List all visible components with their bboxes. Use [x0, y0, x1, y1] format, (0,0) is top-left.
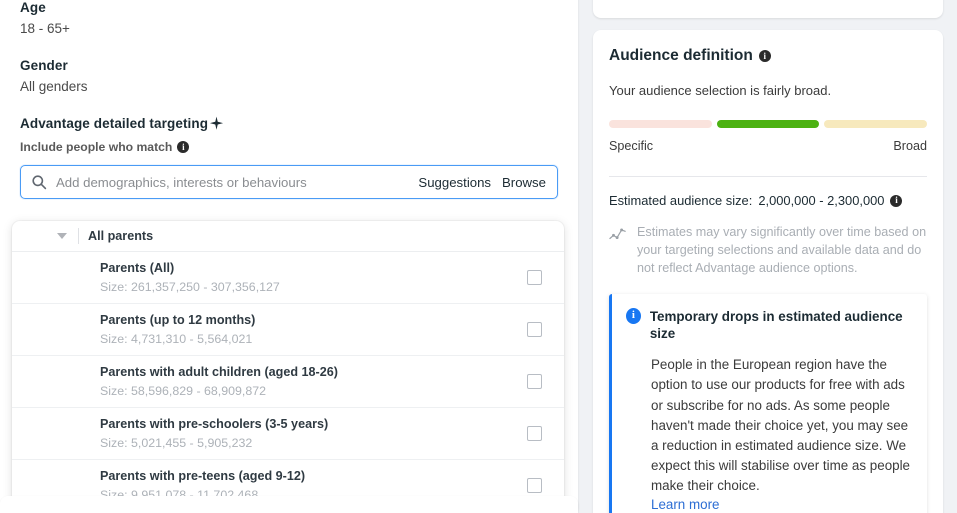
dropdown-group-label: All parents [88, 229, 154, 243]
group-divider [78, 228, 79, 244]
meter-label-specific: Specific [609, 139, 654, 153]
age-value[interactable]: 18 - 65+ [20, 21, 558, 36]
age-label: Age [20, 0, 46, 15]
search-input[interactable] [56, 174, 419, 190]
screen: Age 18 - 65+ Gender All genders Advantag… [0, 0, 957, 513]
estimate-disclaimer: Estimates may vary significantly over ti… [609, 224, 927, 278]
card-below-targeting [0, 496, 578, 513]
list-item-checkbox[interactable] [527, 374, 542, 389]
notice-body: People in the European region have the o… [651, 357, 911, 493]
estimate-label: Estimated audience size: [609, 193, 753, 208]
meter-segment-balanced [716, 120, 820, 128]
gender-value[interactable]: All genders [20, 79, 558, 94]
card-above-right-panel [593, 0, 943, 18]
audience-definition-title: Audience definition [609, 47, 753, 64]
info-icon[interactable]: i [177, 141, 190, 153]
chevron-down-icon[interactable] [57, 233, 67, 239]
list-item[interactable]: Parents with adult children (aged 18-26)… [12, 356, 564, 408]
sparkle-icon [209, 116, 224, 131]
info-icon[interactable]: i [890, 194, 903, 207]
suggestions-button[interactable]: Suggestions [418, 175, 491, 190]
list-item-size: Size: 58,596,829 - 68,909,872 [100, 384, 267, 398]
audience-breadth-meter [609, 120, 928, 128]
info-circle-blue-icon: i [626, 307, 641, 324]
list-item-size: Size: 261,357,250 - 307,356,127 [100, 280, 280, 294]
include-people-who-match-label: Include people who match i [20, 140, 558, 154]
list-item-checkbox[interactable] [527, 270, 542, 285]
meter-segment-broad [824, 120, 928, 128]
estimated-audience-size: Estimated audience size: 2,000,000 - 2,3… [609, 193, 927, 208]
list-item-title: Parents with adult children (aged 18-26) [100, 365, 338, 379]
list-item-title: Parents with pre-schoolers (3-5 years) [100, 417, 329, 431]
targeting-panel: Age 18 - 65+ Gender All genders Advantag… [0, 0, 578, 513]
dropdown-group-header[interactable]: All parents [12, 221, 564, 252]
list-item[interactable]: Parents with pre-schoolers (3-5 years) S… [12, 408, 564, 460]
list-item-size: Size: 4,731,310 - 5,564,021 [100, 332, 253, 346]
advantage-detailed-targeting-heading: Advantage detailed targeting [20, 116, 558, 131]
disclaimer-text: Estimates may vary significantly over ti… [637, 225, 927, 275]
advantage-title: Advantage detailed targeting [20, 116, 209, 131]
list-item-checkbox[interactable] [527, 322, 542, 337]
list-item-size: Size: 5,021,455 - 5,905,232 [100, 436, 253, 450]
info-icon[interactable]: i [758, 50, 771, 62]
meter-label-broad: Broad [893, 139, 927, 153]
list-item-title: Parents (up to 12 months) [100, 313, 256, 327]
browse-button[interactable]: Browse [502, 175, 546, 190]
list-item-title: Parents (All) [100, 261, 175, 275]
meter-segment-specific [609, 120, 712, 128]
gender-label: Gender [20, 58, 68, 73]
learn-more-link[interactable]: Learn more [626, 497, 719, 512]
divider [609, 176, 927, 177]
list-item[interactable]: Parents (All) Size: 261,357,250 - 307,35… [12, 252, 564, 304]
meter-labels: Specific Broad [609, 139, 927, 153]
list-item-title: Parents with pre-teens (aged 9-12) [100, 469, 306, 483]
search-icon [31, 174, 47, 190]
detailed-targeting-search-bar[interactable]: Suggestions Browse [20, 165, 558, 199]
page-title: Audience definition i [609, 47, 927, 65]
list-item[interactable]: Parents (up to 12 months) Size: 4,731,31… [12, 304, 564, 356]
include-label-text: Include people who match [20, 140, 173, 154]
audience-drop-notice: i Temporary drops in estimated audience … [609, 293, 927, 513]
audience-definition-panel: Audience definition i Your audience sele… [593, 30, 943, 513]
notice-header: i Temporary drops in estimated audience … [626, 307, 911, 344]
list-item-checkbox[interactable] [527, 478, 542, 493]
notice-title: Temporary drops in estimated audience si… [649, 308, 903, 342]
list-item-checkbox[interactable] [527, 426, 542, 441]
line-chart-icon [609, 226, 627, 242]
audience-breadth-text: Your audience selection is fairly broad. [609, 83, 832, 98]
targeting-suggestions-dropdown: All parents Parents (All) Size: 261,357,… [12, 221, 564, 511]
estimate-value: 2,000,000 - 2,300,000 [758, 193, 885, 208]
